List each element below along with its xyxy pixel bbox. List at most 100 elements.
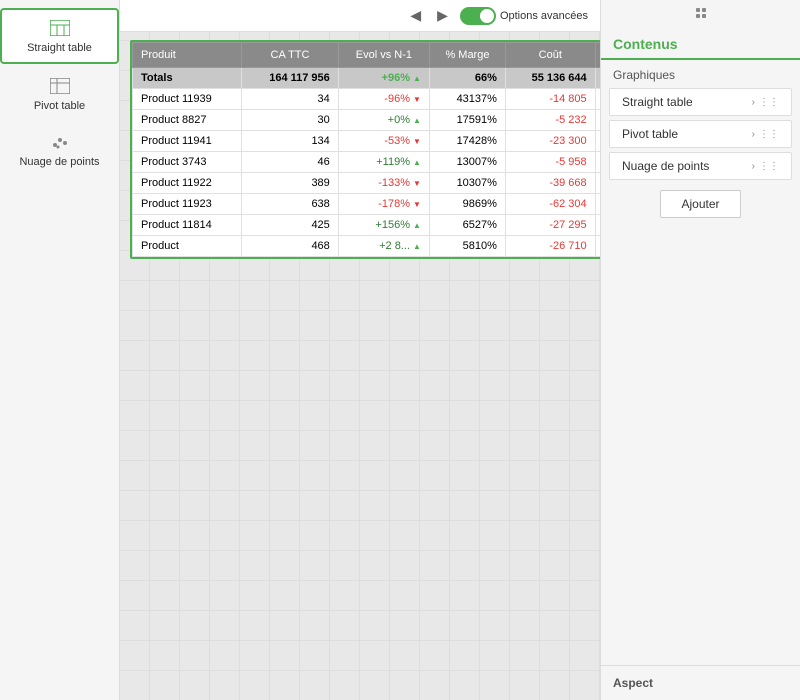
cell-cout: -5 958 (505, 152, 595, 173)
cell-produit: Product (133, 236, 242, 257)
cell-marge: 108 981 312 (595, 68, 600, 89)
cell-marge: 23 434 (595, 131, 600, 152)
graphiques-label: Graphiques (601, 60, 800, 86)
arrow-up-icon: ▲ (413, 116, 421, 125)
options-toggle[interactable]: Options avancées (460, 7, 588, 25)
cell-ca-ttc: 46 (242, 152, 339, 173)
table-row: Product 11939 34 -96% ▼ 43137% -14 805 1… (133, 89, 601, 110)
widget-container[interactable]: Produit CA TTC Evol vs N-1 % Marge Coût … (130, 40, 600, 259)
grid-icon (696, 8, 706, 18)
cell-cout: -62 304 (505, 194, 595, 215)
cell-cout: -5 232 (505, 110, 595, 131)
grid-dots-icon: ⋮⋮ (759, 97, 779, 108)
cell-marge: 6 004 (595, 152, 600, 173)
cell-pct-marge: 13007% (429, 152, 505, 173)
cell-ca-ttc: 389 (242, 173, 339, 194)
cell-evol: +156% ▲ (338, 215, 429, 236)
prev-button[interactable]: ◀ (406, 5, 425, 26)
right-item-icons-nuage: › ⋮⋮ (752, 161, 779, 172)
cell-ca-ttc: 638 (242, 194, 339, 215)
cell-ca-ttc: 30 (242, 110, 339, 131)
cell-cout: -39 668 (505, 173, 595, 194)
cell-evol: +2 8... ▲ (338, 236, 429, 257)
pivot-icon (48, 76, 72, 96)
cell-pct-marge: 17428% (429, 131, 505, 152)
cell-produit: Product 11941 (133, 131, 242, 152)
col-header-cout: Coût (505, 43, 595, 68)
cell-produit: Totals (133, 68, 242, 89)
sidebar-item-nuage-de-points[interactable]: Nuage de points (0, 124, 119, 176)
data-table: Produit CA TTC Evol vs N-1 % Marge Coût … (132, 42, 600, 257)
right-item-straight-table[interactable]: Straight table › ⋮⋮ (609, 88, 792, 116)
col-header-produit: Produit (133, 43, 242, 68)
table-row-totals: Totals 164 117 956 +96% ▲ 66% 55 136 644… (133, 68, 601, 89)
sidebar-item-label-nuage: Nuage de points (19, 156, 99, 168)
right-item-nuage[interactable]: Nuage de points › ⋮⋮ (609, 152, 792, 180)
scatter-icon (48, 132, 72, 152)
cell-ca-ttc: 468 (242, 236, 339, 257)
right-item-icons-pivot: › ⋮⋮ (752, 129, 779, 140)
arrow-up-icon: ▲ (413, 221, 421, 230)
sidebar-item-label-pivot-table: Pivot table (34, 100, 85, 112)
table-row: Product 8827 30 +0% ▲ 17591% -5 232 5 26… (133, 110, 601, 131)
canvas-area[interactable]: Produit CA TTC Evol vs N-1 % Marge Coût … (120, 32, 600, 700)
table-row: Product 11923 638 -178% ▼ 9869% -62 304 … (133, 194, 601, 215)
cell-marge: 40 057 (595, 173, 600, 194)
left-sidebar: Straight table Pivot table Nuage de poin… (0, 0, 120, 700)
cell-cout: 55 136 644 (505, 68, 595, 89)
cell-pct-marge: 66% (429, 68, 505, 89)
cell-evol: +96% ▲ (338, 68, 429, 89)
cell-pct-marge: 9869% (429, 194, 505, 215)
right-panel-footer: Aspect (601, 665, 800, 700)
toggle-track[interactable] (460, 7, 496, 25)
right-item-label-pivot: Pivot table (622, 127, 678, 141)
table-row: Product 11941 134 -53% ▼ 17428% -23 300 … (133, 131, 601, 152)
arrow-up-icon: ▲ (413, 158, 421, 167)
arrow-down-icon: ▼ (413, 179, 421, 188)
arrow-up-icon: ▲ (413, 74, 421, 83)
cell-evol: -178% ▼ (338, 194, 429, 215)
aspect-label: Aspect (613, 676, 653, 690)
right-item-label-nuage: Nuage de points (622, 159, 709, 173)
col-header-evol: Evol vs N-1 (338, 43, 429, 68)
cell-evol: +0% ▲ (338, 110, 429, 131)
table-icon (48, 18, 72, 38)
chevron-right-icon: › (752, 97, 755, 108)
cell-pct-marge: 43137% (429, 89, 505, 110)
cell-produit: Product 11922 (133, 173, 242, 194)
arrow-up-icon: ▲ (413, 242, 421, 251)
cell-evol: -53% ▼ (338, 131, 429, 152)
col-header-pct-marge: % Marge (429, 43, 505, 68)
cell-ca-ttc: 134 (242, 131, 339, 152)
table-row: Product 11922 389 -133% ▼ 10307% -39 668… (133, 173, 601, 194)
top-right-icons (601, 0, 800, 26)
chevron-right-icon-2: › (752, 129, 755, 140)
table-row: Product 468 +2 8... ▲ 5810% -26 710 27 1… (133, 236, 601, 257)
cell-ca-ttc: 34 (242, 89, 339, 110)
right-item-icons-straight: › ⋮⋮ (752, 97, 779, 108)
cell-pct-marge: 5810% (429, 236, 505, 257)
col-header-ca-ttc: CA TTC (242, 43, 339, 68)
grid-dots-icon-3: ⋮⋮ (759, 161, 779, 172)
cell-ca-ttc: 425 (242, 215, 339, 236)
table-row: Product 3743 46 +119% ▲ 13007% -5 958 6 … (133, 152, 601, 173)
arrow-down-icon: ▼ (413, 137, 421, 146)
cell-marge: 27 720 (595, 215, 600, 236)
cell-cout: -14 805 (505, 89, 595, 110)
top-nav: ◀ ▶ Options avancées (120, 0, 600, 32)
cell-cout: -27 295 (505, 215, 595, 236)
cell-produit: Product 11814 (133, 215, 242, 236)
next-button[interactable]: ▶ (433, 5, 452, 26)
toggle-label: Options avancées (500, 10, 588, 22)
arrow-down-icon: ▼ (413, 95, 421, 104)
cell-pct-marge: 17591% (429, 110, 505, 131)
cell-cout: -23 300 (505, 131, 595, 152)
right-panel: Contenus Graphiques Straight table › ⋮⋮ … (600, 0, 800, 700)
add-button[interactable]: Ajouter (660, 190, 740, 218)
cell-marge: 62 941 (595, 194, 600, 215)
sidebar-item-pivot-table[interactable]: Pivot table (0, 68, 119, 120)
cell-pct-marge: 10307% (429, 173, 505, 194)
cell-evol: -96% ▼ (338, 89, 429, 110)
sidebar-item-straight-table[interactable]: Straight table (0, 8, 119, 64)
right-item-pivot-table[interactable]: Pivot table › ⋮⋮ (609, 120, 792, 148)
